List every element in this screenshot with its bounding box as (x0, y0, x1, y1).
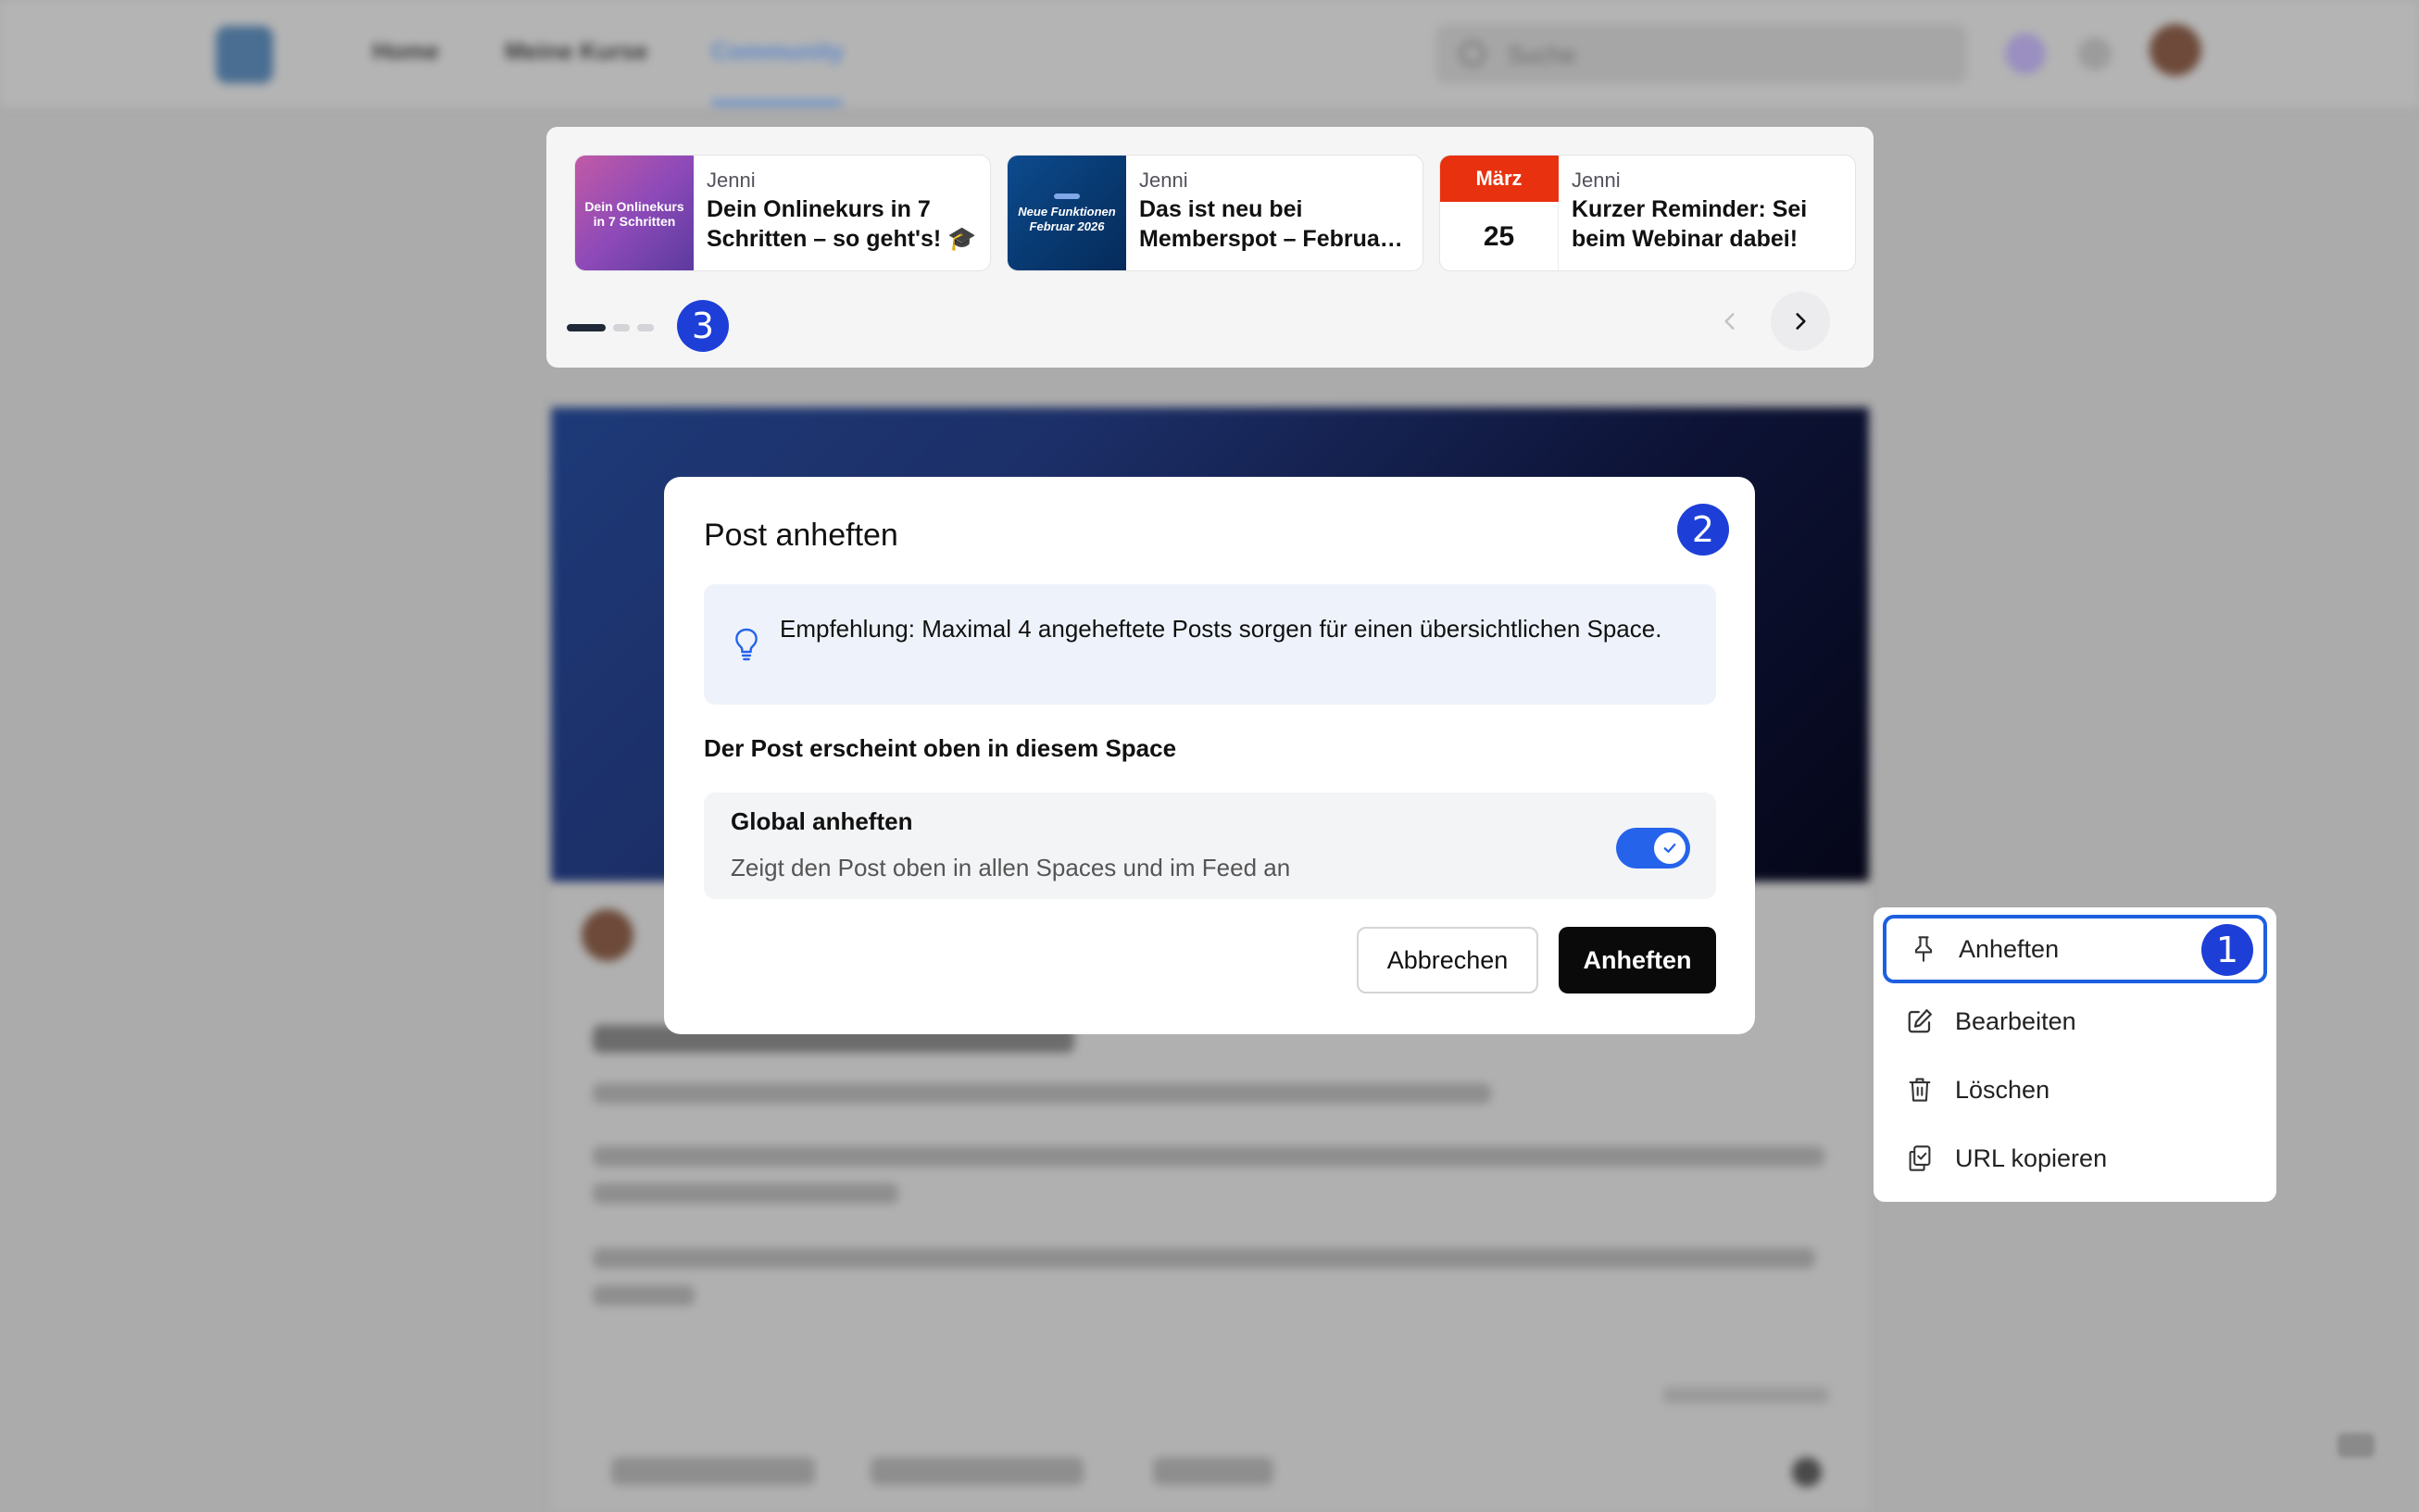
author-avatar (582, 909, 633, 961)
nav-active-indicator (711, 100, 843, 106)
section-label: Der Post erscheint oben in diesem Space (704, 734, 1177, 762)
featured-thumbnail: Dein Onlinekurs in 7 Schritten (575, 156, 694, 270)
chevron-left-icon (1724, 313, 1735, 330)
recommendation-text: Empfehlung: Maximal 4 angeheftete Posts … (780, 615, 1662, 643)
menu-item-edit[interactable]: Bearbeiten (1883, 987, 2267, 1056)
trash-icon (1905, 1075, 1935, 1105)
menu-item-label: Löschen (1955, 1075, 2050, 1104)
menu-item-copy-url[interactable]: URL kopieren (1883, 1124, 2267, 1193)
step-badge: 1 (2201, 924, 2253, 976)
featured-author: Jenni (707, 169, 756, 192)
global-pin-title: Global anheften (731, 807, 913, 835)
dialog-title: Post anheften (704, 518, 898, 553)
search-input[interactable]: Suche (1435, 24, 1967, 83)
featured-author: Jenni (1139, 169, 1188, 192)
menu-item-label: URL kopieren (1955, 1143, 2108, 1172)
pagination-dot[interactable] (613, 324, 630, 331)
global-pin-toggle[interactable] (1616, 828, 1690, 868)
featured-title: Dein Onlinekurs in 7 Schritten – so geht… (707, 196, 977, 252)
calendar-thumbnail: März 25 (1440, 156, 1559, 270)
menu-item-delete[interactable]: Löschen (1883, 1056, 2267, 1124)
featured-title: Das ist neu bei Memberspot – Februar 202… (1139, 196, 1389, 252)
menu-item-label: Bearbeiten (1955, 1006, 2076, 1035)
carousel-prev-button[interactable] (1700, 292, 1760, 351)
expand-icon[interactable] (2338, 1433, 2375, 1457)
featured-posts-carousel: Dein Onlinekurs in 7 Schritten Jenni Dei… (546, 127, 1874, 368)
post-context-menu: Anheften 1 Bearbeiten Löschen URL kopier… (1874, 907, 2276, 1202)
featured-card[interactable]: Neue Funktionen Februar 2026 Jenni Das i… (1007, 155, 1423, 271)
carousel-pagination (567, 324, 654, 331)
thumbnail-text: Neue Funktionen Februar 2026 (1018, 205, 1116, 233)
menu-item-pin[interactable]: Anheften 1 (1883, 915, 2267, 983)
carousel-next-button[interactable] (1771, 292, 1830, 351)
pin-post-dialog: Post anheften 2 Empfehlung: Maximal 4 an… (664, 477, 1755, 1034)
calendar-month: März (1440, 156, 1559, 202)
nav-community[interactable]: Community (711, 37, 844, 66)
edit-icon (1905, 1006, 1935, 1036)
lightbulb-icon (735, 628, 758, 661)
pin-icon (1909, 934, 1938, 964)
step-badge: 2 (1677, 504, 1729, 556)
pin-button[interactable]: Anheften (1559, 927, 1716, 993)
ai-assistant-icon[interactable] (2005, 33, 2046, 74)
toggle-knob (1654, 832, 1686, 864)
search-placeholder: Suche (1508, 41, 1576, 69)
app-logo (216, 26, 273, 83)
thumbnail-text: Dein Onlinekurs in 7 Schritten (584, 199, 684, 229)
top-navigation: Home Meine Kurse Community Suche (0, 0, 2419, 106)
check-icon (1663, 843, 1676, 853)
featured-title: Kurzer Reminder: Sei beim Webinar dabei! (1572, 196, 1808, 252)
cancel-button[interactable]: Abbrechen (1357, 927, 1538, 993)
global-pin-option: Global anheften Zeigt den Post oben in a… (704, 793, 1716, 899)
step-badge: 3 (677, 300, 729, 352)
pagination-dot-active[interactable] (567, 324, 606, 331)
bell-icon[interactable] (2078, 37, 2112, 70)
search-icon (1460, 41, 1485, 67)
featured-card[interactable]: März 25 Jenni Kurzer Reminder: Sei beim … (1439, 155, 1856, 271)
calendar-day: 25 (1483, 221, 1515, 252)
featured-card[interactable]: Dein Onlinekurs in 7 Schritten Jenni Dei… (574, 155, 991, 271)
menu-item-label: Anheften (1959, 934, 2060, 963)
recommendation-box: Empfehlung: Maximal 4 angeheftete Posts … (704, 584, 1716, 705)
nav-home[interactable]: Home (372, 37, 439, 66)
nav-my-courses[interactable]: Meine Kurse (505, 37, 648, 66)
chevron-right-icon (1796, 313, 1806, 330)
pagination-dot[interactable] (637, 324, 654, 331)
memberspot-logo-icon (1054, 194, 1080, 199)
copy-icon (1905, 1143, 1935, 1173)
avatar[interactable] (2150, 24, 2201, 76)
featured-author: Jenni (1572, 169, 1621, 192)
global-pin-description: Zeigt den Post oben in allen Spaces und … (731, 854, 1291, 881)
featured-thumbnail: Neue Funktionen Februar 2026 (1008, 156, 1126, 270)
